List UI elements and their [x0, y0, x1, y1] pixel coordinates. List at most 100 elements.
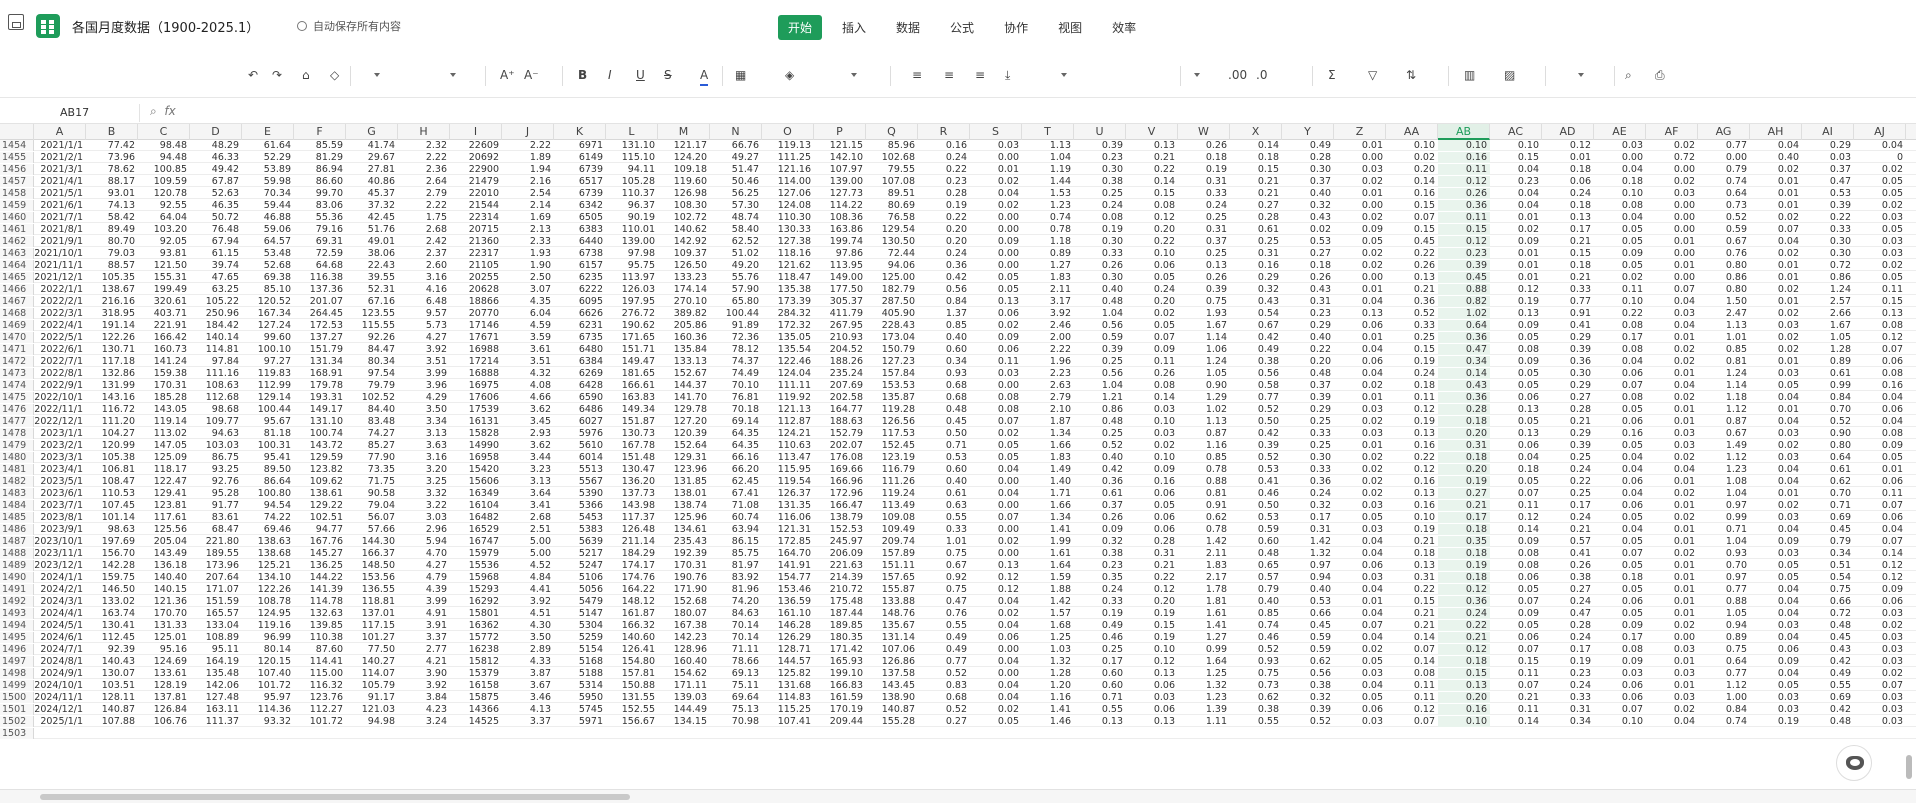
row-number[interactable]: 1472 [0, 356, 34, 367]
cell-N[interactable]: 72.36 [710, 332, 762, 343]
cell-D[interactable]: 108.63 [190, 380, 242, 391]
cell-S[interactable]: 0.00 [970, 260, 1022, 271]
cell-X[interactable]: 0.73 [1230, 680, 1282, 691]
cell-AJ[interactable]: 0.03 [1854, 644, 1906, 655]
cell-AF[interactable]: 0.01 [1646, 680, 1698, 691]
cell-D[interactable]: 39.74 [190, 260, 242, 271]
cell-AD[interactable]: 0.25 [1542, 452, 1594, 463]
cell-K[interactable]: 5314 [554, 680, 606, 691]
cell-G[interactable]: 84.40 [346, 404, 398, 415]
cell-C[interactable]: 140.40 [138, 572, 190, 583]
cell-F[interactable]: 201.07 [294, 296, 346, 307]
cell-T[interactable]: 2.23 [1022, 368, 1074, 379]
cell-X[interactable]: 0.60 [1230, 536, 1282, 547]
cell-I[interactable]: 15772 [450, 632, 502, 643]
cell-AH[interactable]: 0.04 [1750, 596, 1802, 607]
cell-J[interactable]: 5.00 [502, 536, 554, 547]
cell-E[interactable]: 96.99 [242, 632, 294, 643]
cell-H[interactable]: 5.73 [398, 320, 450, 331]
cell-G[interactable]: 137.01 [346, 608, 398, 619]
cell-J[interactable]: 2.54 [502, 188, 554, 199]
cell-AH[interactable]: 0.02 [1750, 440, 1802, 451]
cell-H[interactable]: 3.03 [398, 512, 450, 523]
cell-AG[interactable]: 1.00 [1698, 692, 1750, 703]
cell-Q[interactable]: 182.79 [866, 284, 918, 295]
cell-F[interactable]: 144.22 [294, 572, 346, 583]
cell-AK[interactable]: 0 [1906, 644, 1916, 655]
cell-B[interactable]: 78.62 [86, 164, 138, 175]
cell-K[interactable]: 5567 [554, 476, 606, 487]
cell-AE[interactable]: 0.05 [1594, 224, 1646, 235]
cell-I[interactable]: 20255 [450, 272, 502, 283]
cell-Z[interactable]: 0.02 [1334, 176, 1386, 187]
cell-K[interactable]: 6739 [554, 188, 606, 199]
cell-D[interactable]: 151.59 [190, 596, 242, 607]
column-header-A[interactable]: A [34, 124, 86, 140]
cell-J[interactable]: 3.37 [502, 716, 554, 727]
cell-K[interactable]: 6738 [554, 248, 606, 259]
row-number[interactable]: 1467 [0, 296, 34, 307]
cell-AF[interactable]: 0.03 [1646, 188, 1698, 199]
cell-R[interactable]: 0.71 [918, 440, 970, 451]
cell-Q[interactable]: 119.24 [866, 488, 918, 499]
cell-T[interactable]: 1.66 [1022, 500, 1074, 511]
cell-L[interactable]: 167.78 [606, 440, 658, 451]
cell-N[interactable]: 84.63 [710, 608, 762, 619]
cell-F[interactable]: 94.77 [294, 524, 346, 535]
cell-C[interactable]: 160.73 [138, 344, 190, 355]
cell-S[interactable]: 0.02 [970, 608, 1022, 619]
cell-S[interactable]: 0.01 [970, 164, 1022, 175]
column-header-H[interactable]: H [398, 124, 450, 140]
cell-AK[interactable]: 0 [1906, 356, 1916, 367]
cell-C[interactable]: 170.70 [138, 608, 190, 619]
cell-F[interactable]: 55.36 [294, 212, 346, 223]
cell-R[interactable]: 0.19 [918, 200, 970, 211]
column-header-M[interactable]: M [658, 124, 710, 140]
cell-W[interactable]: 1.42 [1178, 536, 1230, 547]
cell-AA[interactable]: 0.07 [1386, 212, 1438, 223]
cell-AF[interactable]: 0.00 [1646, 272, 1698, 283]
cell-S[interactable]: 0.13 [970, 560, 1022, 571]
cell-AD[interactable]: 0.29 [1542, 332, 1594, 343]
cell-C[interactable]: 143.49 [138, 548, 190, 559]
cell-Z[interactable]: 0.01 [1334, 440, 1386, 451]
cell-AH[interactable]: 0.09 [1750, 536, 1802, 547]
cell-O[interactable]: 112.87 [762, 416, 814, 427]
cell-V[interactable]: 0.12 [1126, 584, 1178, 595]
cell-AC[interactable]: 0.04 [1490, 164, 1542, 175]
cell-X[interactable]: 0.67 [1230, 320, 1282, 331]
cell-AE[interactable]: 0.08 [1594, 644, 1646, 655]
cell-S[interactable]: 0.00 [970, 548, 1022, 559]
column-header-N[interactable]: N [710, 124, 762, 140]
cell-N[interactable]: 71.08 [710, 500, 762, 511]
italic-icon[interactable]: I [608, 64, 612, 86]
cell-AE[interactable]: 0.08 [1594, 200, 1646, 211]
cell-W[interactable]: 1.06 [1178, 344, 1230, 355]
cell-P[interactable]: 114.22 [814, 200, 866, 211]
cell-M[interactable]: 235.43 [658, 536, 710, 547]
cell-A[interactable]: 2022/12/1 [34, 416, 86, 427]
cell-E[interactable]: 59.98 [242, 176, 294, 187]
cell-F[interactable]: 69.31 [294, 236, 346, 247]
cell-Y[interactable]: 0.59 [1282, 644, 1334, 655]
cell-P[interactable]: 199.10 [814, 668, 866, 679]
cell-N[interactable]: 49.20 [710, 260, 762, 271]
cell-AH[interactable]: 0.02 [1750, 212, 1802, 223]
cell-H[interactable]: 3.22 [398, 500, 450, 511]
cell-P[interactable]: 180.35 [814, 632, 866, 643]
cell-AD[interactable]: 0.38 [1542, 572, 1594, 583]
cell-Z[interactable]: 0.09 [1334, 224, 1386, 235]
cell-X[interactable]: 0.55 [1230, 716, 1282, 727]
cell-S[interactable]: 0.05 [970, 440, 1022, 451]
cell-W[interactable]: 0.85 [1178, 452, 1230, 463]
cell-G[interactable]: 79.79 [346, 380, 398, 391]
cell-E[interactable]: 120.15 [242, 656, 294, 667]
cell-E[interactable]: 138.63 [242, 536, 294, 547]
cell-B[interactable]: 131.99 [86, 380, 138, 391]
cell-A[interactable]: 2023/7/1 [34, 500, 86, 511]
cell-AC[interactable]: 0.11 [1490, 704, 1542, 715]
cell-AI[interactable]: 1.28 [1802, 344, 1854, 355]
fill-color-icon[interactable]: ◈ [785, 64, 794, 86]
cell-M[interactable]: 129.31 [658, 452, 710, 463]
column-header-Y[interactable]: Y [1282, 124, 1334, 140]
